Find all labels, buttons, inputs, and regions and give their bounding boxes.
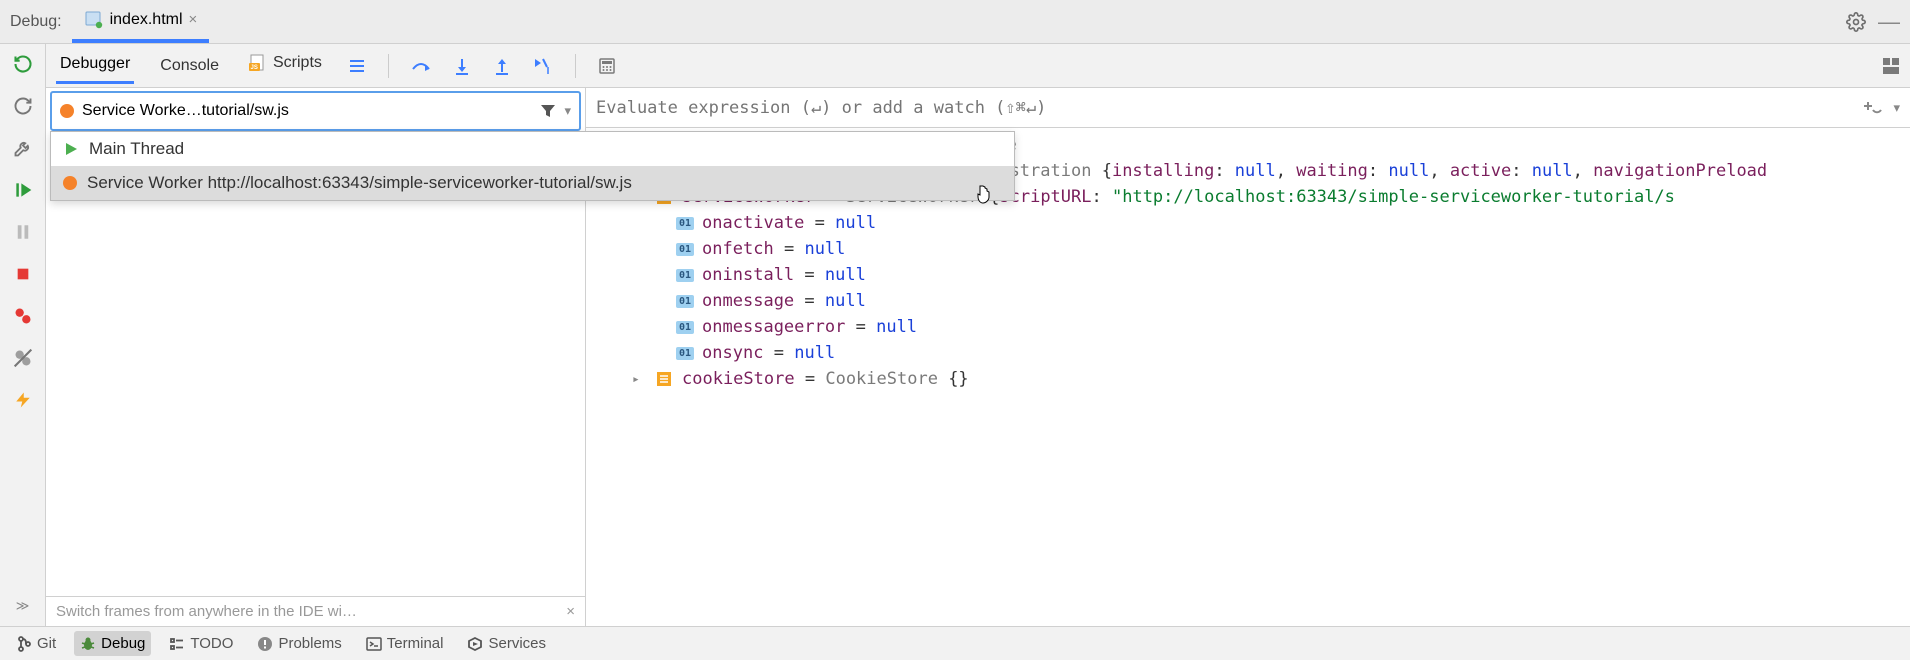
breakpoints-icon[interactable] bbox=[9, 302, 37, 330]
primitive-badge-icon: 01 bbox=[676, 269, 694, 282]
dropdown-item-service-worker[interactable]: Service Worker http://localhost:63343/si… bbox=[51, 166, 1014, 200]
evaluate-row: ▾ bbox=[586, 88, 1910, 128]
gear-icon[interactable] bbox=[1846, 12, 1866, 32]
more-icon[interactable]: ≫ bbox=[9, 592, 37, 620]
wrench-icon[interactable] bbox=[9, 134, 37, 162]
bottom-item-debug[interactable]: Debug bbox=[74, 631, 151, 656]
file-tab-index-html[interactable]: index.html × bbox=[72, 0, 210, 43]
pause-icon[interactable] bbox=[9, 218, 37, 246]
top-bar: Debug: index.html × — bbox=[0, 0, 1910, 44]
bottom-item-label: Terminal bbox=[387, 635, 444, 652]
problems-icon bbox=[257, 636, 273, 652]
frames-footer-hint: Switch frames from anywhere in the IDE w… bbox=[46, 596, 585, 626]
add-watch-icon[interactable] bbox=[1863, 100, 1883, 116]
tab-debugger[interactable]: Debugger bbox=[56, 47, 134, 84]
run-to-cursor-icon[interactable] bbox=[533, 57, 553, 75]
tree-row[interactable]: 01 onactivate = null bbox=[586, 210, 1910, 236]
bottom-item-label: TODO bbox=[190, 635, 233, 652]
bottom-item-git[interactable]: Git bbox=[10, 631, 62, 656]
dropdown-item-label: Service Worker http://localhost:63343/si… bbox=[87, 173, 632, 193]
rerun-icon[interactable] bbox=[9, 50, 37, 78]
evaluate-input[interactable] bbox=[596, 98, 1853, 118]
tab-console[interactable]: Console bbox=[156, 49, 223, 83]
calculator-icon[interactable] bbox=[598, 57, 616, 75]
play-icon bbox=[63, 141, 79, 157]
dropdown-item-main-thread[interactable]: Main Thread bbox=[51, 132, 1014, 166]
debugger-tool-row: Debugger Console JS Scripts bbox=[46, 44, 1910, 88]
bottom-item-terminal[interactable]: Terminal bbox=[360, 631, 450, 656]
bug-icon bbox=[80, 636, 96, 652]
primitive-badge-icon: 01 bbox=[676, 217, 694, 230]
expand-icon[interactable]: ▸ bbox=[632, 372, 646, 387]
frames-dropdown: Main Thread Service Worker http://localh… bbox=[50, 131, 1015, 201]
tree-row[interactable]: 01 onsync = null bbox=[586, 340, 1910, 366]
primitive-badge-icon: 01 bbox=[676, 347, 694, 360]
services-icon bbox=[467, 636, 483, 652]
chevron-down-icon[interactable]: ▾ bbox=[564, 103, 571, 119]
filter-icon[interactable] bbox=[540, 103, 556, 119]
step-over-icon[interactable] bbox=[411, 57, 431, 75]
bottom-item-label: Services bbox=[488, 635, 546, 652]
primitive-badge-icon: 01 bbox=[676, 321, 694, 334]
stop-icon[interactable] bbox=[9, 260, 37, 288]
bottom-item-label: Git bbox=[37, 635, 56, 652]
tree-row[interactable]: ▸ cookieStore = CookieStore {} bbox=[586, 366, 1910, 392]
bottom-tool-bar: Git Debug TODO Problems Terminal Service… bbox=[0, 626, 1910, 660]
bottom-item-label: Problems bbox=[278, 635, 341, 652]
close-icon[interactable]: × bbox=[566, 603, 575, 620]
object-badge-icon bbox=[654, 369, 674, 389]
bottom-item-problems[interactable]: Problems bbox=[251, 631, 347, 656]
svg-text:JS: JS bbox=[250, 65, 257, 71]
debug-left-rail: ≫ bbox=[0, 44, 46, 626]
git-icon bbox=[16, 636, 32, 652]
refresh-icon[interactable] bbox=[9, 92, 37, 120]
minimize-icon[interactable]: — bbox=[1878, 9, 1900, 35]
layout-icon[interactable] bbox=[1882, 57, 1900, 75]
dropdown-item-label: Main Thread bbox=[89, 139, 184, 159]
frames-selector-text: Service Worke…tutorial/sw.js bbox=[82, 102, 532, 120]
debug-label: Debug: bbox=[10, 13, 62, 31]
variables-tree[interactable]: ope ▸ registration = ServiceWorkerRegist… bbox=[586, 128, 1910, 626]
lightning-icon[interactable] bbox=[9, 386, 37, 414]
tree-row[interactable]: 01 onmessage = null bbox=[586, 288, 1910, 314]
js-file-icon: JS bbox=[249, 54, 267, 72]
bottom-item-todo[interactable]: TODO bbox=[163, 631, 239, 656]
tree-row[interactable]: 01 oninstall = null bbox=[586, 262, 1910, 288]
cursor-icon bbox=[974, 184, 992, 206]
step-into-icon[interactable] bbox=[453, 57, 471, 75]
html-file-icon bbox=[84, 10, 104, 30]
bottom-item-label: Debug bbox=[101, 635, 145, 652]
worker-dot-icon bbox=[60, 104, 74, 118]
threads-icon[interactable] bbox=[348, 57, 366, 75]
worker-dot-icon bbox=[63, 176, 77, 190]
mute-breakpoints-icon[interactable] bbox=[9, 344, 37, 372]
todo-icon bbox=[169, 636, 185, 652]
primitive-badge-icon: 01 bbox=[676, 243, 694, 256]
tree-row[interactable]: 01 onmessageerror = null bbox=[586, 314, 1910, 340]
step-out-icon[interactable] bbox=[493, 57, 511, 75]
primitive-badge-icon: 01 bbox=[676, 295, 694, 308]
file-tab-label: index.html bbox=[110, 11, 183, 29]
chevron-down-icon[interactable]: ▾ bbox=[1893, 100, 1900, 116]
resume-icon[interactable] bbox=[9, 176, 37, 204]
terminal-icon bbox=[366, 636, 382, 652]
frames-selector[interactable]: Service Worke…tutorial/sw.js ▾ bbox=[50, 91, 581, 131]
frames-panel: Service Worke…tutorial/sw.js ▾ Main Thre… bbox=[46, 88, 586, 626]
tree-row[interactable]: 01 onfetch = null bbox=[586, 236, 1910, 262]
close-icon[interactable]: × bbox=[189, 11, 198, 28]
tab-scripts[interactable]: JS Scripts bbox=[245, 46, 326, 85]
bottom-item-services[interactable]: Services bbox=[461, 631, 552, 656]
